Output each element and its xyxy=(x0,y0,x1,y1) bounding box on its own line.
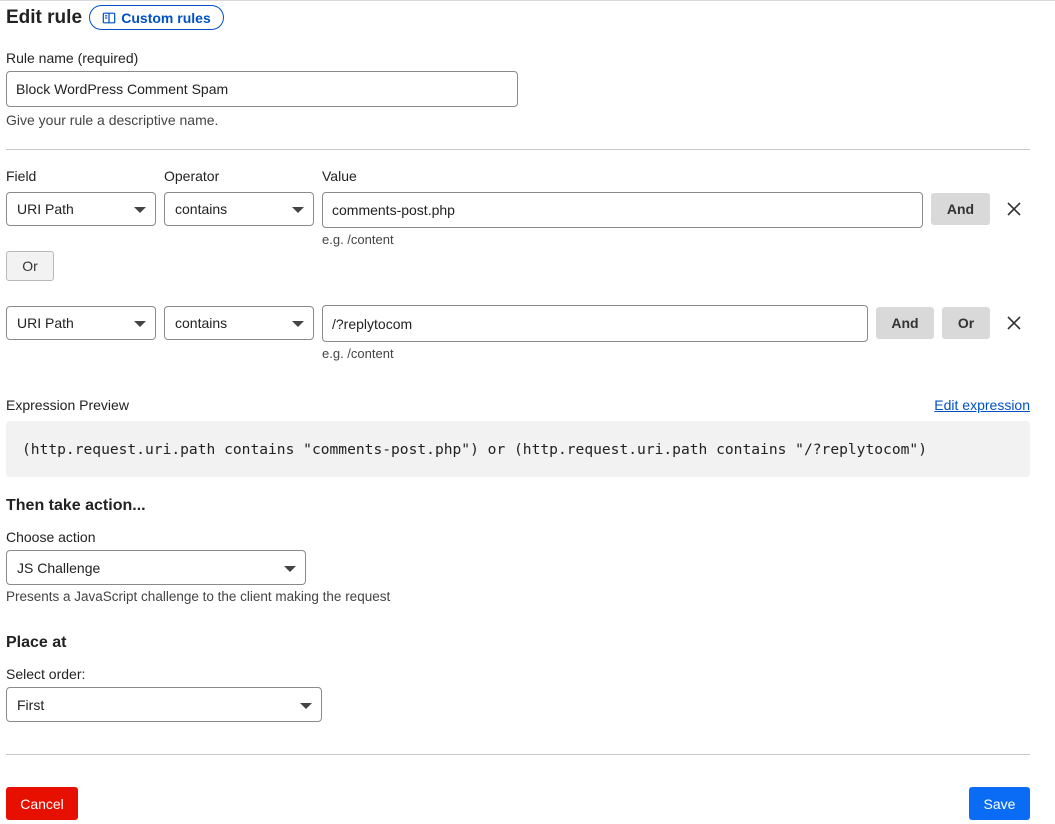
value-input-2[interactable]: /?replytocom xyxy=(322,305,868,342)
operator-select-2[interactable]: contains xyxy=(164,306,314,340)
divider xyxy=(6,149,1030,150)
value-input-1-value: comments-post.php xyxy=(332,202,455,218)
top-border xyxy=(0,0,1055,1)
chevron-down-icon xyxy=(300,702,312,709)
value-input-2-value: /?replytocom xyxy=(332,315,413,332)
value-input-1[interactable]: comments-post.php xyxy=(322,192,923,228)
order-select[interactable]: First xyxy=(6,687,322,722)
select-order-label: Select order: xyxy=(6,666,86,682)
save-button[interactable]: Save xyxy=(969,787,1030,820)
operator-select-2-value: contains xyxy=(175,315,228,331)
action-help: Presents a JavaScript challenge to the c… xyxy=(6,589,391,604)
chevron-down-icon xyxy=(292,207,304,213)
edit-expression-link[interactable]: Edit expression xyxy=(934,397,1030,413)
custom-rules-link[interactable]: Custom rules xyxy=(89,5,224,30)
place-section-title: Place at xyxy=(6,634,67,651)
rule-name-value: Block WordPress Comment Spam xyxy=(16,81,229,97)
expression-preview-label: Expression Preview xyxy=(6,397,129,413)
remove-condition-2-icon[interactable] xyxy=(1005,314,1023,332)
rule-name-input[interactable]: Block WordPress Comment Spam xyxy=(6,71,518,107)
chevron-down-icon xyxy=(284,565,296,572)
field-select-1[interactable]: URI Path xyxy=(6,192,156,226)
rule-name-label: Rule name (required) xyxy=(6,50,139,66)
remove-condition-1-icon[interactable] xyxy=(1005,200,1023,218)
value-header: Value xyxy=(322,168,357,184)
action-select-value: JS Challenge xyxy=(17,559,101,576)
operator-select-1[interactable]: contains xyxy=(164,192,314,226)
chevron-down-icon xyxy=(134,321,146,327)
order-select-value: First xyxy=(17,696,45,713)
footer-divider xyxy=(6,754,1030,755)
action-section-title: Then take action... xyxy=(6,497,146,514)
or-button-2[interactable]: Or xyxy=(942,307,990,339)
page-title: Edit rule xyxy=(6,7,83,28)
chevron-down-icon xyxy=(292,321,304,327)
field-select-2[interactable]: URI Path xyxy=(6,306,156,340)
or-separator-button[interactable]: Or xyxy=(6,251,54,281)
operator-select-1-value: contains xyxy=(175,201,228,217)
and-button-1[interactable]: And xyxy=(931,193,990,225)
expression-preview: (http.request.uri.path contains "comment… xyxy=(6,421,1030,477)
custom-rules-label: Custom rules xyxy=(121,9,211,26)
value-hint-1: e.g. /content xyxy=(322,232,394,247)
book-icon xyxy=(102,12,116,23)
operator-header: Operator xyxy=(164,168,220,184)
action-select[interactable]: JS Challenge xyxy=(6,550,306,585)
cancel-button[interactable]: Cancel xyxy=(6,787,78,820)
field-select-2-value: URI Path xyxy=(17,315,74,331)
chevron-down-icon xyxy=(134,207,146,213)
field-header: Field xyxy=(6,168,37,184)
field-select-1-value: URI Path xyxy=(17,201,74,217)
and-button-2[interactable]: And xyxy=(876,307,934,339)
choose-action-label: Choose action xyxy=(6,529,96,545)
value-hint-2: e.g. /content xyxy=(322,346,394,361)
rule-name-help: Give your rule a descriptive name. xyxy=(6,112,219,128)
